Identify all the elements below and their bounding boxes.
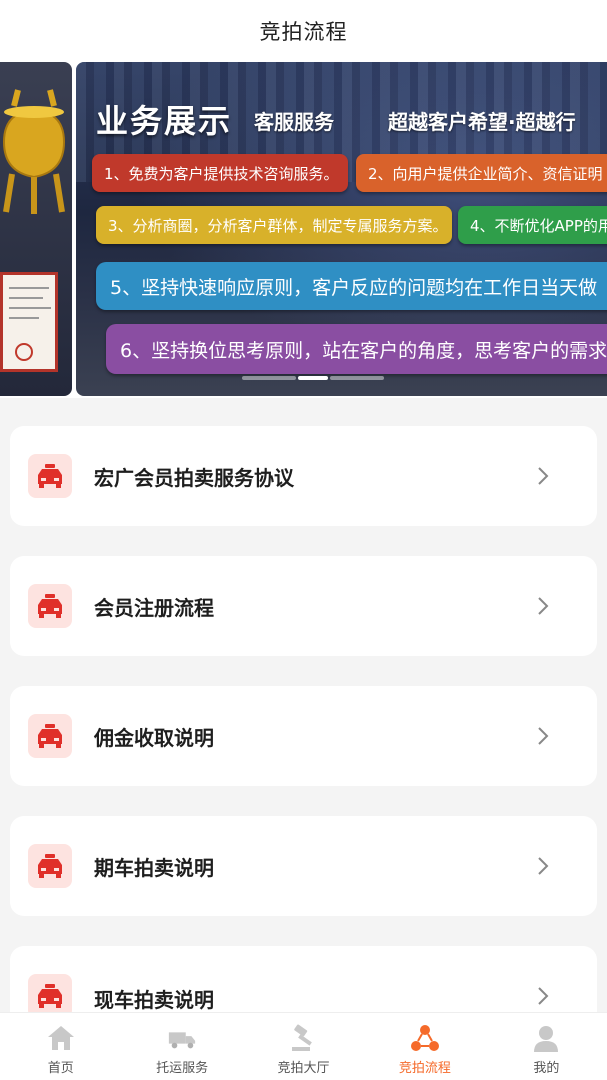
- list-item-registration[interactable]: 会员注册流程: [10, 556, 597, 656]
- gavel-icon: [289, 1023, 319, 1053]
- banner-slide-previous[interactable]: [0, 62, 72, 396]
- bottom-tab-bar: 首页 托运服务 竞拍大厅 竞拍流程 我的: [0, 1012, 607, 1080]
- carousel-dot[interactable]: [242, 376, 296, 380]
- tab-label: 竞拍流程: [398, 1061, 451, 1076]
- banner-subheading: 客服服务: [254, 110, 334, 134]
- car-icon: [28, 584, 72, 628]
- banner-item-1: 1、免费为客户提供技术咨询服务。: [92, 154, 348, 192]
- list-item-spot-auction[interactable]: 现车拍卖说明: [10, 946, 597, 1018]
- car-icon: [28, 844, 72, 888]
- chevron-right-icon: [538, 857, 549, 875]
- certificate-image: [0, 272, 58, 372]
- carousel-indicator[interactable]: [242, 376, 384, 380]
- list-item-label: 会员注册流程: [94, 595, 214, 620]
- tab-label: 我的: [533, 1061, 560, 1076]
- nav-header: 竞拍流程: [0, 0, 607, 62]
- banner-item-4: 4、不断优化APP的用: [458, 206, 607, 244]
- list-item-service-agreement[interactable]: 宏广会员拍卖服务协议: [10, 426, 597, 526]
- list-item-commission[interactable]: 佣金收取说明: [10, 686, 597, 786]
- chevron-right-icon: [538, 987, 549, 1005]
- flow-icon: [410, 1023, 440, 1053]
- banner-item-6: 6、坚持换位思考原则，站在客户的角度，思考客户的需求: [106, 324, 607, 374]
- banner-slide-current[interactable]: 业务展示 客服服务 超越客户希望·超越行 1、免费为客户提供技术咨询服务。 2、…: [76, 62, 607, 396]
- tab-auction-hall[interactable]: 竞拍大厅: [243, 1013, 364, 1080]
- page-title: 竞拍流程: [259, 20, 348, 44]
- list-item-label: 宏广会员拍卖服务协议: [94, 465, 294, 490]
- list-item-label: 期车拍卖说明: [94, 855, 214, 880]
- banner-heading: 业务展示: [96, 102, 233, 140]
- chevron-right-icon: [538, 467, 549, 485]
- car-icon: [28, 454, 72, 498]
- banner-item-2: 2、向用户提供企业简介、资信证明: [356, 154, 607, 192]
- user-icon: [531, 1023, 561, 1053]
- carousel-dot[interactable]: [330, 376, 384, 380]
- list-item-label: 现车拍卖说明: [94, 988, 214, 1012]
- cauldron-icon: [2, 89, 66, 214]
- banner-item-3: 3、分析商圈，分析客户群体，制定专属服务方案。: [96, 206, 452, 244]
- tab-shipping[interactable]: 托运服务: [121, 1013, 242, 1080]
- banner-item-5: 5、坚持快速响应原则，客户反应的问题均在工作日当天做: [96, 262, 607, 310]
- tab-home[interactable]: 首页: [0, 1013, 121, 1080]
- chevron-right-icon: [538, 597, 549, 615]
- tab-profile[interactable]: 我的: [486, 1013, 607, 1080]
- carousel-dot-active[interactable]: [298, 376, 328, 380]
- tab-label: 首页: [47, 1061, 74, 1076]
- list-item-futures-auction[interactable]: 期车拍卖说明: [10, 816, 597, 916]
- home-icon: [46, 1023, 76, 1053]
- truck-icon: [167, 1023, 197, 1053]
- chevron-right-icon: [538, 727, 549, 745]
- list-item-label: 佣金收取说明: [94, 725, 214, 750]
- banner-carousel[interactable]: 业务展示 客服服务 超越客户希望·超越行 1、免费为客户提供技术咨询服务。 2、…: [0, 62, 607, 398]
- tab-label: 竞拍大厅: [277, 1061, 330, 1076]
- tab-auction-process[interactable]: 竞拍流程: [364, 1013, 485, 1080]
- car-icon: [28, 714, 72, 758]
- tab-label: 托运服务: [156, 1061, 209, 1076]
- banner-slogan: 超越客户希望·超越行: [388, 110, 576, 134]
